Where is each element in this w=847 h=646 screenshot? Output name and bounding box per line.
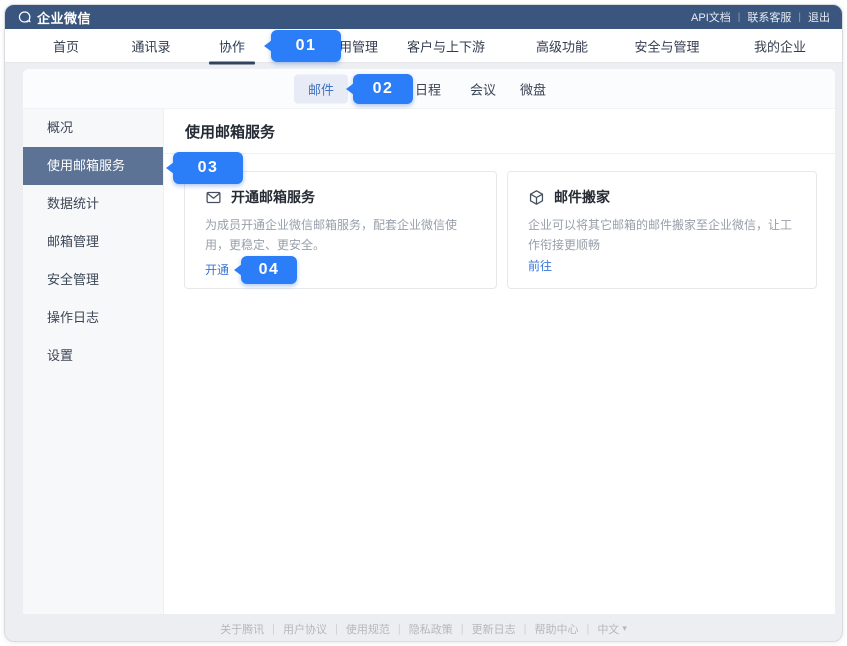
card-title: 开通邮箱服务 (231, 187, 315, 207)
step-badge-03: 03 (173, 152, 243, 184)
divider: | (524, 623, 527, 635)
app-window: 企业微信 API文档 | 联系客服 | 退出 首页 通讯录 协作 应用管理 客户… (4, 4, 843, 642)
brand-name: 企业微信 (37, 8, 91, 27)
go-to-link[interactable]: 前往 (528, 257, 552, 274)
footer-link-help[interactable]: 帮助中心 (534, 621, 578, 637)
nav-item-label: 协作 (219, 39, 245, 54)
footer-link-terms[interactable]: 用户协议 (283, 621, 327, 637)
divider: | (738, 12, 741, 23)
card-action-row: 前往 (528, 257, 796, 274)
step-badge-04: 04 (241, 256, 297, 284)
envelope-icon (205, 189, 222, 206)
nav-item-contacts[interactable]: 通讯录 (131, 36, 170, 55)
card-header: 开通邮箱服务 (205, 187, 476, 207)
nav-item-my-company[interactable]: 我的企业 (754, 36, 806, 55)
card-open-mail-service: 开通邮箱服务 为成员开通企业微信邮箱服务，配套企业微信使用，更稳定、更安全。 开… (184, 171, 497, 289)
subnav-item-schedule[interactable]: 日程 (415, 79, 441, 98)
sidebar-item-overview[interactable]: 概况 (23, 109, 163, 147)
divider: | (798, 12, 801, 23)
sidebar-item-statistics[interactable]: 数据统计 (23, 185, 163, 223)
divider: | (461, 623, 464, 635)
nav-item-customers[interactable]: 客户与上下游 (407, 36, 485, 55)
brand[interactable]: 企业微信 (17, 8, 91, 27)
logout-link[interactable]: 退出 (808, 9, 830, 25)
footer-link-privacy[interactable]: 隐私政策 (409, 621, 453, 637)
topbar-links: API文档 | 联系客服 | 退出 (691, 9, 830, 25)
main-nav: 首页 通讯录 协作 应用管理 客户与上下游 高级功能 安全与管理 我的企业 01 (5, 29, 842, 63)
sidebar-item-security-mgmt[interactable]: 安全管理 (23, 261, 163, 299)
card-description: 为成员开通企业微信邮箱服务，配套企业微信使用，更稳定、更安全。 (205, 216, 476, 256)
subnav-item-drive[interactable]: 微盘 (520, 79, 546, 98)
nav-item-security[interactable]: 安全与管理 (634, 36, 699, 55)
nav-item-collaboration[interactable]: 协作 (219, 36, 245, 55)
open-service-link[interactable]: 开通 (205, 261, 229, 278)
divider: | (586, 623, 589, 635)
card-mail-migration: 邮件搬家 企业可以将其它邮箱的邮件搬家至企业微信，让工作衔接更顺畅 前往 (507, 171, 817, 289)
content-panel: 邮件 日程 会议 微盘 02 概况 使用邮箱服务 数据统计 邮箱管理 安全管理 … (23, 69, 835, 614)
contact-support-link[interactable]: 联系客服 (747, 9, 791, 25)
nav-item-advanced[interactable]: 高级功能 (536, 36, 588, 55)
divider: | (398, 623, 401, 635)
card-action-row: 开通 04 (205, 256, 476, 284)
sidebar-item-operation-log[interactable]: 操作日志 (23, 299, 163, 337)
page-title: 使用邮箱服务 (185, 121, 275, 142)
card-title: 邮件搬家 (554, 187, 610, 207)
language-label: 中文 (597, 621, 619, 637)
nav-item-home[interactable]: 首页 (53, 36, 79, 55)
step-badge-01: 01 (271, 30, 341, 62)
subnav-item-mail[interactable]: 邮件 (294, 74, 348, 103)
sidebar-item-mailbox-mgmt[interactable]: 邮箱管理 (23, 223, 163, 261)
main-content: 使用邮箱服务 (163, 109, 835, 614)
step-badge-02: 02 (353, 74, 413, 104)
caret-down-icon: ▾ (622, 623, 627, 634)
footer-link-about[interactable]: 关于腾讯 (220, 621, 264, 637)
sidebar-item-use-mail-service[interactable]: 使用邮箱服务 (23, 147, 163, 185)
divider: | (272, 623, 275, 635)
card-description: 企业可以将其它邮箱的邮件搬家至企业微信，让工作衔接更顺畅 (528, 216, 796, 256)
language-selector[interactable]: 中文 ▾ (597, 621, 627, 637)
card-header: 邮件搬家 (528, 187, 796, 207)
package-icon (528, 189, 545, 206)
footer-link-rules[interactable]: 使用规范 (346, 621, 390, 637)
top-bar: 企业微信 API文档 | 联系客服 | 退出 (5, 5, 842, 29)
workspace: 邮件 日程 会议 微盘 02 概况 使用邮箱服务 数据统计 邮箱管理 安全管理 … (5, 63, 842, 642)
page-title-row: 使用邮箱服务 (164, 109, 835, 154)
panel-body: 概况 使用邮箱服务 数据统计 邮箱管理 安全管理 操作日志 设置 使用邮箱服务 (23, 109, 835, 614)
divider: | (335, 623, 338, 635)
sidebar-item-settings[interactable]: 设置 (23, 337, 163, 375)
api-docs-link[interactable]: API文档 (691, 9, 731, 25)
subnav-item-meeting[interactable]: 会议 (470, 79, 496, 98)
wechat-work-logo-icon (17, 10, 32, 25)
footer-link-changelog[interactable]: 更新日志 (472, 621, 516, 637)
footer: 关于腾讯 | 用户协议 | 使用规范 | 隐私政策 | 更新日志 | 帮助中心 | 中文 ▾ (5, 614, 842, 642)
feature-cards: 开通邮箱服务 为成员开通企业微信邮箱服务，配套企业微信使用，更稳定、更安全。 开… (184, 171, 835, 289)
sub-nav: 邮件 日程 会议 微盘 02 (23, 69, 835, 109)
sidebar: 概况 使用邮箱服务 数据统计 邮箱管理 安全管理 操作日志 设置 (23, 109, 163, 614)
